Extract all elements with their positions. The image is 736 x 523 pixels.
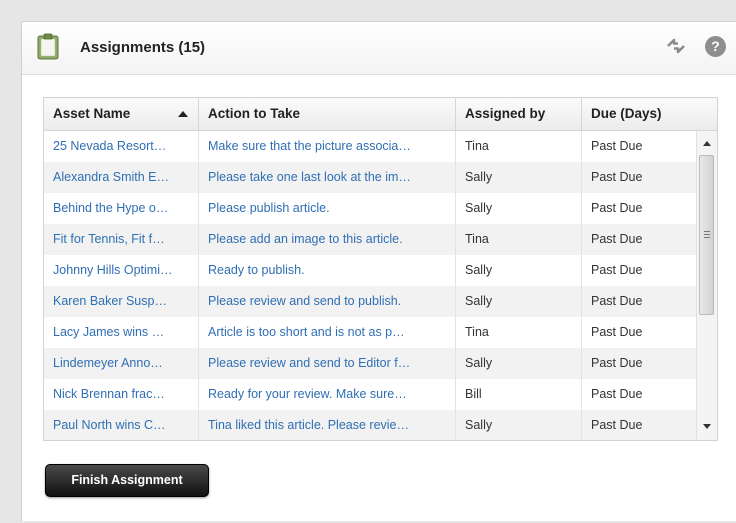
scroll-down-arrow-icon[interactable] bbox=[703, 424, 711, 429]
action-link[interactable]: Ready for your review. Make sure… bbox=[199, 379, 456, 410]
column-header-label: Assigned by bbox=[465, 106, 546, 121]
assigned-by-cell: Bill bbox=[456, 379, 582, 410]
due-cell: Past Due bbox=[591, 356, 643, 370]
table-row[interactable]: Lacy James wins … Article is too short a… bbox=[44, 317, 696, 348]
due-cell: Past Due bbox=[591, 418, 643, 432]
due-cell: Past Due bbox=[591, 201, 643, 215]
action-link[interactable]: Please publish article. bbox=[199, 193, 456, 224]
asset-name-link[interactable]: Lacy James wins … bbox=[44, 317, 199, 348]
column-header-label: Due (Days) bbox=[591, 106, 662, 121]
table-body: 25 Nevada Resort… Make sure that the pic… bbox=[44, 131, 696, 440]
asset-name-link[interactable]: Johnny Hills Optimi… bbox=[44, 255, 199, 286]
table-header: Asset Name Action to Take Assigned by Du… bbox=[44, 98, 717, 131]
panel-header: Assignments (15) ? bbox=[22, 22, 736, 75]
table-scrollbar[interactable] bbox=[696, 131, 717, 440]
sort-ascending-icon bbox=[178, 111, 188, 117]
panel-title: Assignments (15) bbox=[80, 39, 206, 56]
table-row[interactable]: Fit for Tennis, Fit f… Please add an ima… bbox=[44, 224, 696, 255]
grip-line bbox=[704, 237, 710, 238]
asset-name-link[interactable]: Paul North wins C… bbox=[44, 410, 199, 440]
due-cell: Past Due bbox=[591, 263, 643, 277]
table-row[interactable]: Behind the Hype o… Please publish articl… bbox=[44, 193, 696, 224]
assigned-by-cell: Tina bbox=[456, 131, 582, 162]
action-link[interactable]: Please add an image to this article. bbox=[199, 224, 456, 255]
column-header-assigned-by[interactable]: Assigned by bbox=[456, 98, 582, 130]
table-row[interactable]: Paul North wins C… Tina liked this artic… bbox=[44, 410, 696, 440]
assigned-by-cell: Sally bbox=[456, 193, 582, 224]
asset-name-link[interactable]: Lindemeyer Anno… bbox=[44, 348, 199, 379]
due-cell: Past Due bbox=[591, 139, 643, 153]
action-link[interactable]: Please review and send to Editor f… bbox=[199, 348, 456, 379]
column-header-label: Action to Take bbox=[208, 106, 301, 121]
asset-name-link[interactable]: Nick Brennan frac… bbox=[44, 379, 199, 410]
column-header-asset-name[interactable]: Asset Name bbox=[44, 98, 199, 130]
table-row[interactable]: Karen Baker Susp… Please review and send… bbox=[44, 286, 696, 317]
due-cell: Past Due bbox=[591, 170, 643, 184]
column-header-due[interactable]: Due (Days) bbox=[582, 98, 717, 130]
sync-icon[interactable] bbox=[665, 37, 687, 55]
asset-name-link[interactable]: 25 Nevada Resort… bbox=[44, 131, 199, 162]
table-row[interactable]: 25 Nevada Resort… Make sure that the pic… bbox=[44, 131, 696, 162]
table-row[interactable]: Lindemeyer Anno… Please review and send … bbox=[44, 348, 696, 379]
asset-name-link[interactable]: Behind the Hype o… bbox=[44, 193, 199, 224]
table-row[interactable]: Johnny Hills Optimi… Ready to publish. S… bbox=[44, 255, 696, 286]
help-icon[interactable]: ? bbox=[705, 36, 726, 57]
assigned-by-cell: Sally bbox=[456, 410, 582, 440]
due-cell: Past Due bbox=[591, 325, 643, 339]
asset-name-link[interactable]: Alexandra Smith E… bbox=[44, 162, 199, 193]
grip-line bbox=[704, 231, 710, 232]
assigned-by-cell: Sally bbox=[456, 286, 582, 317]
due-cell: Past Due bbox=[591, 294, 643, 308]
assigned-by-cell: Sally bbox=[456, 255, 582, 286]
asset-name-link[interactable]: Karen Baker Susp… bbox=[44, 286, 199, 317]
asset-name-link[interactable]: Fit for Tennis, Fit f… bbox=[44, 224, 199, 255]
scrollbar-thumb[interactable] bbox=[699, 155, 714, 315]
scroll-up-arrow-icon[interactable] bbox=[703, 141, 711, 146]
table-row[interactable]: Nick Brennan frac… Ready for your review… bbox=[44, 379, 696, 410]
action-link[interactable]: Ready to publish. bbox=[199, 255, 456, 286]
finish-assignment-button[interactable]: Finish Assignment bbox=[45, 464, 209, 497]
table-row[interactable]: Alexandra Smith E… Please take one last … bbox=[44, 162, 696, 193]
assigned-by-cell: Tina bbox=[456, 224, 582, 255]
assigned-by-cell: Tina bbox=[456, 317, 582, 348]
assigned-by-cell: Sally bbox=[456, 348, 582, 379]
grip-line bbox=[704, 234, 710, 235]
action-link[interactable]: Tina liked this article. Please revie… bbox=[199, 410, 456, 440]
action-link[interactable]: Please take one last look at the im… bbox=[199, 162, 456, 193]
assignments-table: Asset Name Action to Take Assigned by Du… bbox=[43, 97, 718, 441]
due-cell: Past Due bbox=[591, 387, 643, 401]
action-link[interactable]: Make sure that the picture associa… bbox=[199, 131, 456, 162]
due-cell: Past Due bbox=[591, 232, 643, 246]
assigned-by-cell: Sally bbox=[456, 162, 582, 193]
clipboard-icon bbox=[37, 33, 59, 60]
column-header-label: Asset Name bbox=[53, 106, 131, 121]
action-link[interactable]: Article is too short and is not as p… bbox=[199, 317, 456, 348]
action-link[interactable]: Please review and send to publish. bbox=[199, 286, 456, 317]
column-header-action[interactable]: Action to Take bbox=[199, 98, 456, 130]
assignments-panel: Assignments (15) ? Asset Name Action to … bbox=[21, 21, 736, 521]
